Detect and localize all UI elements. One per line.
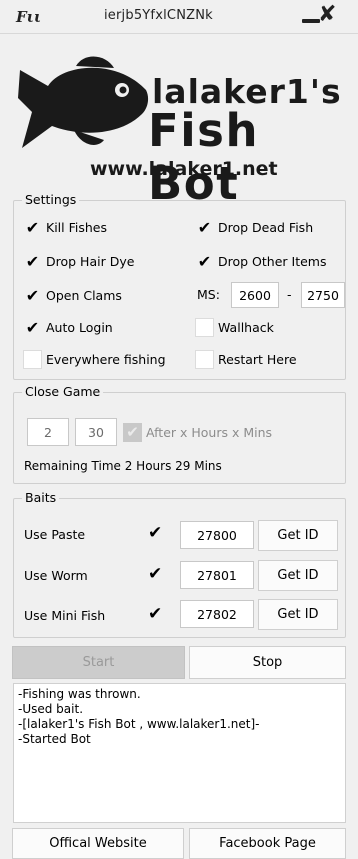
checkmark-icon: ✔ [25,251,40,271]
after-hours-label: After x Hours x Mins [146,424,273,440]
open-clams-checkbox[interactable]: ✔ Open Clams [23,283,122,307]
checkmark-icon: ✔ [123,422,142,442]
checkmark-icon: ✔ [25,217,40,237]
settings-group: Settings ✔ Kill Fishes ✔ Drop Dead Fish … [13,192,346,380]
window-title: ierjb5YfxlCNZNk [104,8,213,23]
wallhack-checkbox[interactable]: Wallhack [195,315,274,339]
restart-here-checkbox[interactable]: Restart Here [195,347,297,371]
close-game-group: Close Game 2 30 ✔ After x Hours x Mins R… [13,384,346,484]
bait-id-input[interactable]: 27800 [180,521,254,549]
checkmark-icon: ✔ [25,317,40,337]
log-output[interactable]: -Fishing was thrown. -Used bait. -[lalak… [13,683,346,823]
checkmark-icon: ✔ [197,217,212,237]
stop-button[interactable]: Stop [189,646,346,679]
fish-logo-icon [18,56,149,148]
log-line: -Started Bot [18,732,91,746]
baits-group: Baits Use Paste ✔ 27800 Get ID Use Worm … [13,490,346,638]
baits-title: Baits [22,490,60,505]
mins-input[interactable]: 30 [75,418,117,446]
everywhere-fishing-checkbox[interactable]: Everywhere fishing [23,347,166,371]
checkbox-box [195,349,214,369]
bait-label: Use Paste [24,527,86,542]
ms-label: MS: [197,287,220,302]
checkmark-icon[interactable]: ✔ [148,564,162,584]
log-line: -[lalaker1's Fish Bot , www.lalaker1.net… [18,717,260,731]
drop-hair-dye-checkbox[interactable]: ✔ Drop Hair Dye [23,249,135,273]
get-id-button[interactable]: Get ID [258,599,338,630]
ms-min-input[interactable]: 2600 [231,282,279,308]
checkbox-box [195,317,214,337]
logo-banner: lalaker1's Fish Bot www.lalaker1.net [0,36,358,210]
everywhere-fishing-label: Everywhere fishing [46,351,166,367]
checkbox-box [23,349,42,369]
wallhack-label: Wallhack [218,319,274,335]
kill-fishes-checkbox[interactable]: ✔ Kill Fishes [23,215,107,239]
checkmark-icon[interactable]: ✔ [148,604,162,624]
logo-line-2: Fish Bot [148,104,259,210]
checkmark-icon: ✔ [197,251,212,271]
log-line: -Used bait. [18,702,84,716]
settings-title: Settings [22,192,80,207]
checkmark-icon: ✔ [25,285,40,305]
title-bar[interactable]: Fιι ierjb5YfxlCNZNk ✘ [0,0,358,34]
auto-login-label: Auto Login [46,319,113,335]
auto-login-checkbox[interactable]: ✔ Auto Login [23,315,113,339]
official-website-button[interactable]: Offical Website [12,828,184,859]
after-hours-checkbox[interactable]: ✔ After x Hours x Mins [123,420,272,444]
log-line: -Fishing was thrown. [18,687,141,701]
close-game-title: Close Game [22,384,104,399]
checkmark-icon[interactable]: ✔ [148,523,162,543]
close-button[interactable]: ✘ [318,3,336,27]
get-id-button[interactable]: Get ID [258,520,338,551]
ms-max-input[interactable]: 2750 [301,282,345,308]
drop-dead-fish-label: Drop Dead Fish [218,219,314,235]
get-id-button[interactable]: Get ID [258,560,338,591]
drop-other-items-label: Drop Other Items [218,253,327,269]
facebook-page-button[interactable]: Facebook Page [189,828,346,859]
bait-label: Use Worm [24,568,88,583]
drop-hair-dye-label: Drop Hair Dye [46,253,135,269]
hours-input[interactable]: 2 [27,418,69,446]
bait-label: Use Mini Fish [24,608,106,623]
app-icon: Fιι [16,8,42,26]
restart-here-label: Restart Here [218,351,297,367]
start-button[interactable]: Start [12,646,185,679]
logo-url: www.lalaker1.net [90,158,278,180]
drop-other-items-checkbox[interactable]: ✔ Drop Other Items [195,249,327,273]
drop-dead-fish-checkbox[interactable]: ✔ Drop Dead Fish [195,215,313,239]
remaining-time-text: Remaining Time 2 Hours 29 Mins [24,459,222,473]
bait-id-input[interactable]: 27802 [180,600,254,628]
open-clams-label: Open Clams [46,287,122,303]
kill-fishes-label: Kill Fishes [46,219,107,235]
ms-dash: - [287,287,292,302]
bait-id-input[interactable]: 27801 [180,561,254,589]
